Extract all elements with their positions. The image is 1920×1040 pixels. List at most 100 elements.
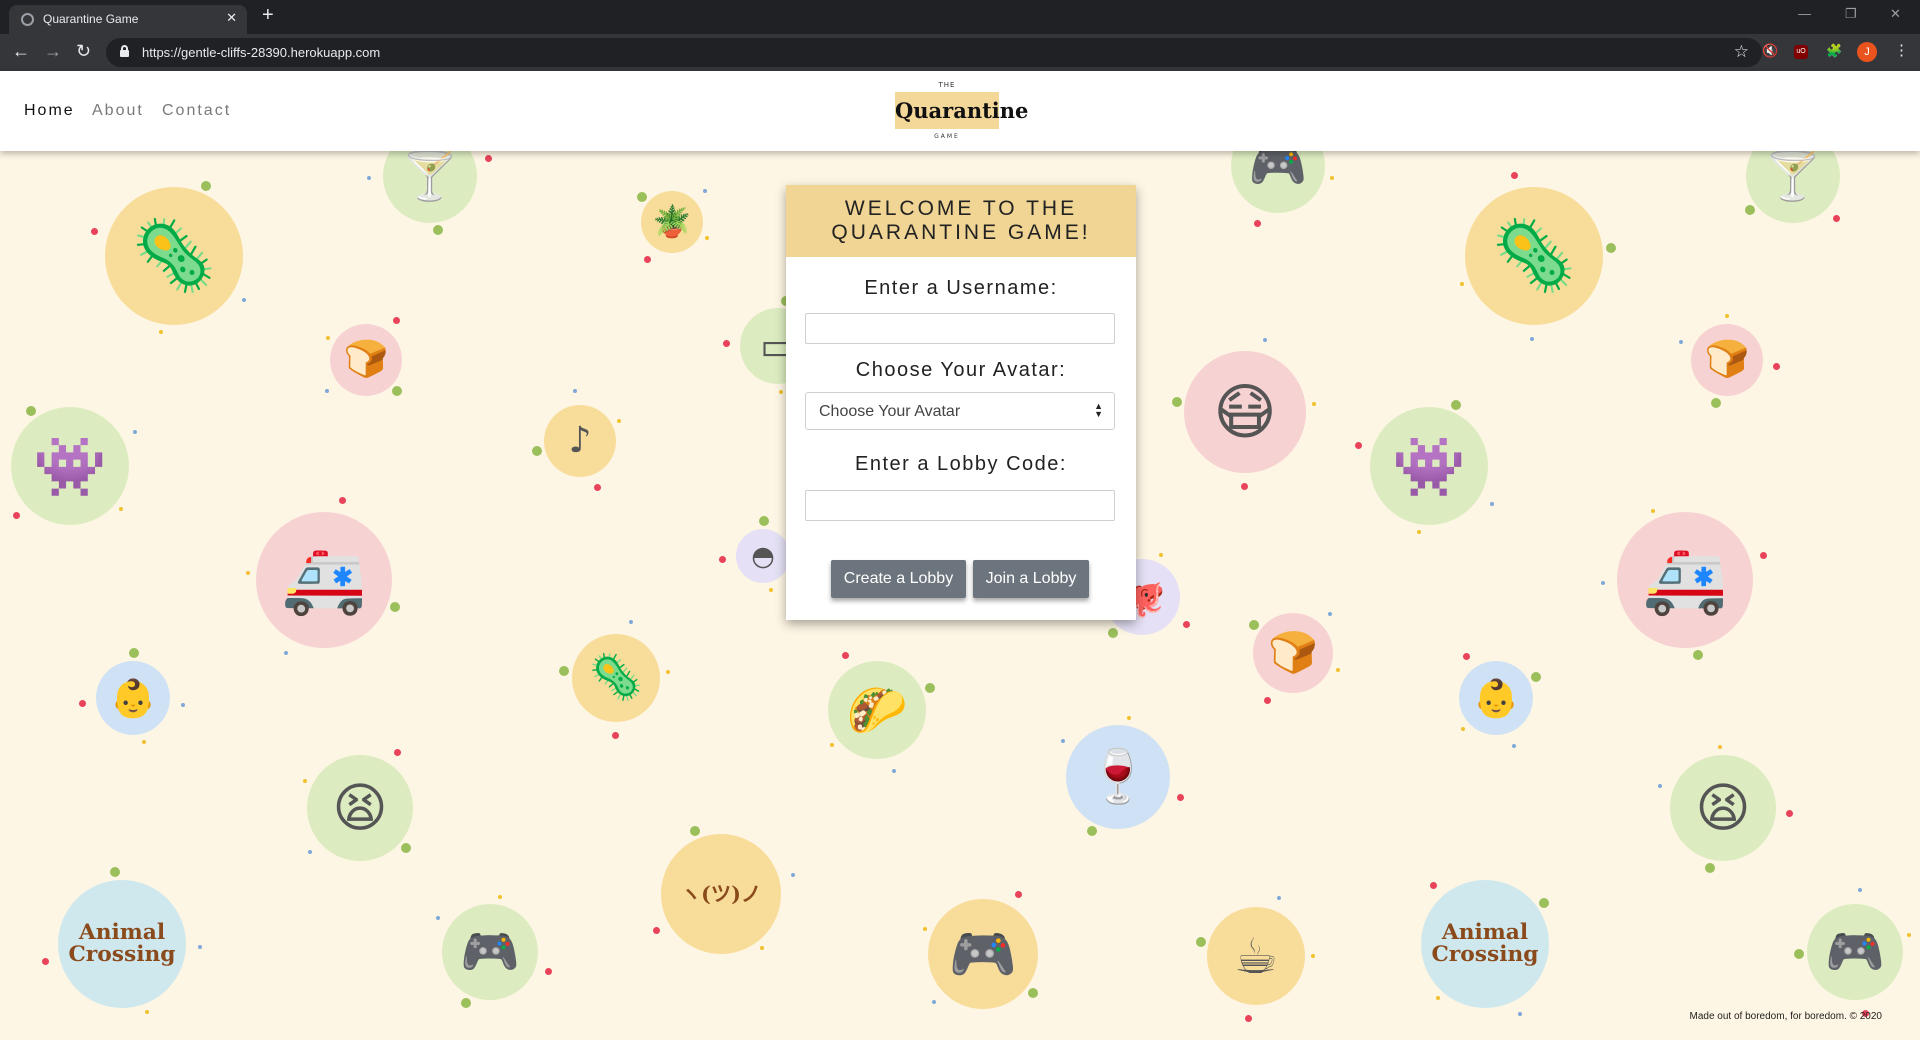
forward-arrow-icon[interactable]: → xyxy=(44,42,62,60)
browser-tab[interactable]: Quarantine Game ✕ xyxy=(9,5,247,34)
mute-tab-icon[interactable]: 🔇 xyxy=(1762,43,1778,59)
create-lobby-button[interactable]: Create a Lobby xyxy=(831,560,966,598)
confetti-dot xyxy=(1195,936,1206,947)
confetti-dot xyxy=(759,946,764,951)
url-text[interactable]: https://gentle-cliffs-28390.herokuapp.co… xyxy=(142,45,380,60)
confetti-dot xyxy=(1718,745,1723,750)
confetti-dot xyxy=(718,556,726,564)
among-us-icon: 👾 xyxy=(11,407,129,525)
browser-tab-bar: Quarantine Game ✕ + — ❐ ✕ xyxy=(0,0,1920,34)
toast-icon: 🍞 xyxy=(1253,613,1333,693)
bookmark-star-icon[interactable]: ☆ xyxy=(1734,42,1749,62)
ublock-extension-icon[interactable]: uO xyxy=(1794,45,1808,59)
kaomoji-icon: ヽ(ツ)ノ xyxy=(661,834,781,954)
confetti-dot xyxy=(1435,996,1440,1001)
confetti-dot xyxy=(1277,895,1282,900)
confetti-dot xyxy=(1253,219,1261,227)
new-tab-icon[interactable]: + xyxy=(262,4,274,27)
window-close-icon[interactable]: ✕ xyxy=(1890,6,1901,22)
confetti-dot xyxy=(42,957,50,965)
avatar-select[interactable]: Choose Your Avatar ▲ ▼ xyxy=(805,392,1115,430)
confetti-dot xyxy=(1724,314,1729,318)
browser-menu-icon[interactable]: ⋮ xyxy=(1894,41,1909,59)
wine-glass-icon: 🍷 xyxy=(1066,725,1170,829)
confetti-dot xyxy=(141,739,146,744)
confetti-dot xyxy=(690,825,701,836)
confetti-dot xyxy=(181,703,186,708)
confetti-dot xyxy=(1651,508,1656,513)
back-arrow-icon[interactable]: ← xyxy=(12,42,30,60)
confetti-dot xyxy=(1127,716,1131,721)
confetti-dot xyxy=(1248,620,1259,631)
confetti-dot xyxy=(1158,553,1163,558)
confetti-dot xyxy=(303,779,308,783)
masked-face-icon: 😷 xyxy=(1184,351,1306,473)
nav-link-about[interactable]: About xyxy=(92,102,144,120)
confetti-dot xyxy=(629,620,634,625)
covid-virus-icon: 🦠 xyxy=(105,187,243,325)
profile-avatar[interactable]: J xyxy=(1857,42,1877,62)
confetti-dot xyxy=(1832,215,1840,223)
confetti-dot xyxy=(1327,611,1332,616)
extensions-puzzle-icon[interactable]: 🧩 xyxy=(1826,43,1842,59)
join-lobby-button[interactable]: Join a Lobby xyxy=(973,560,1089,598)
lock-icon[interactable] xyxy=(120,45,129,57)
confetti-dot xyxy=(532,445,543,456)
card-title: WELCOME TO THE QUARANTINE GAME! xyxy=(831,197,1091,244)
confetti-dot xyxy=(1171,397,1182,408)
confetti-dot xyxy=(1794,949,1805,960)
username-label: Enter a Username: xyxy=(864,277,1058,299)
confetti-dot xyxy=(653,926,661,934)
confetti-dot xyxy=(1355,442,1363,450)
cocktail-icon: 🍸 xyxy=(383,151,477,223)
confetti-dot xyxy=(1460,281,1465,286)
restore-icon[interactable]: ❐ xyxy=(1845,6,1857,22)
site-navbar: Home About Contact THE Quarantine GAME xyxy=(0,71,1920,151)
nav-link-contact[interactable]: Contact xyxy=(162,102,231,120)
confetti-dot xyxy=(593,484,601,492)
confetti-dot xyxy=(339,496,346,504)
confetti-dot xyxy=(1657,783,1662,788)
confetti-dot xyxy=(637,192,648,203)
confetti-dot xyxy=(1429,882,1437,890)
card-header: WELCOME TO THE QUARANTINE GAME! xyxy=(786,185,1136,257)
rage-face-icon: 😫 xyxy=(307,755,413,861)
reload-icon[interactable]: ↻ xyxy=(76,42,91,60)
cocktail-icon: 🍸 xyxy=(1746,151,1840,223)
username-input[interactable] xyxy=(805,313,1115,344)
confetti-dot xyxy=(1601,581,1606,586)
covid-virus-icon: 🦠 xyxy=(1465,187,1603,325)
minimize-icon[interactable]: — xyxy=(1798,6,1811,21)
confetti-dot xyxy=(242,297,247,302)
lobby-code-input[interactable] xyxy=(805,490,1115,521)
confetti-dot xyxy=(665,669,670,674)
confetti-dot xyxy=(1906,933,1911,938)
logo-top-text: THE xyxy=(938,81,956,89)
confetti-dot xyxy=(1773,362,1781,370)
tab-close-icon[interactable]: ✕ xyxy=(226,10,237,26)
confetti-dot xyxy=(703,189,708,194)
nav-link-home[interactable]: Home xyxy=(24,102,75,120)
confetti-dot xyxy=(1177,793,1185,801)
among-us-icon: 👾 xyxy=(1370,407,1488,525)
logo-bottom-text: GAME xyxy=(934,133,960,140)
confetti-dot xyxy=(790,873,795,878)
baby-icon: 👶 xyxy=(96,661,170,735)
confetti-dot xyxy=(128,648,139,658)
confetti-dot xyxy=(1530,671,1541,682)
confetti-dot xyxy=(392,316,400,324)
avatar-select-value: Choose Your Avatar xyxy=(819,403,961,420)
confetti-dot xyxy=(891,768,896,773)
site-logo[interactable]: THE Quarantine GAME xyxy=(877,81,1028,140)
confetti-dot xyxy=(1539,898,1550,909)
confetti-dot xyxy=(367,175,372,180)
confetti-dot xyxy=(324,388,329,393)
confetti-dot xyxy=(1705,862,1716,873)
confetti-dot xyxy=(644,256,652,264)
confetti-dot xyxy=(392,385,403,396)
confetti-dot xyxy=(283,650,288,655)
confetti-dot xyxy=(545,967,553,975)
confetti-dot xyxy=(1759,552,1767,560)
confetti-dot xyxy=(390,601,401,612)
address-bar[interactable]: https://gentle-cliffs-28390.herokuapp.co… xyxy=(106,38,1762,67)
